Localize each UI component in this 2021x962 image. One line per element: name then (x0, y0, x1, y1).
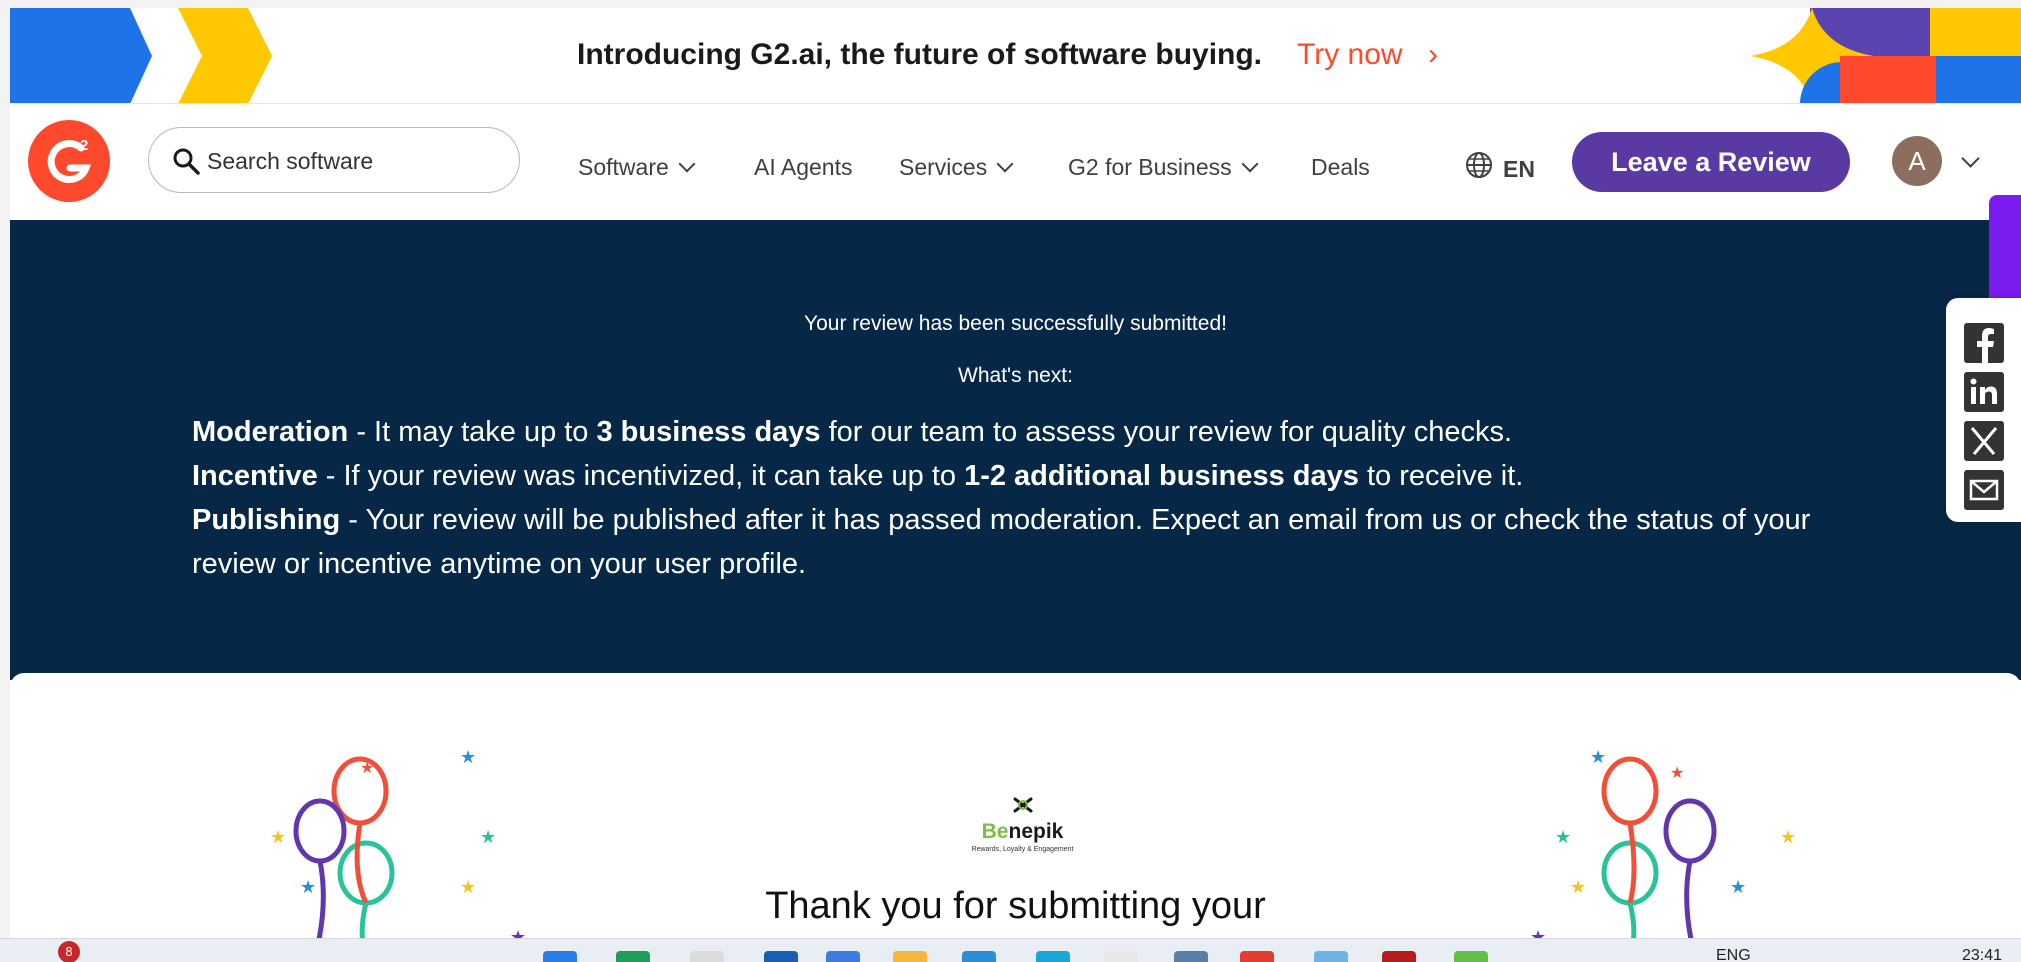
chevron-right-icon: › (1428, 38, 1438, 71)
taskbar-language[interactable]: ENG (1716, 947, 1751, 962)
nav-software[interactable]: Software (578, 154, 696, 180)
incentive-duration: 1-2 additional business days (964, 460, 1359, 492)
nav-software-label: Software (578, 154, 669, 180)
thank-you-card: ★ ★ ★ ★ ★ ★ ★ ★ Benepik Rewards, Loyalty… (10, 673, 2021, 938)
chrome-icon[interactable] (1240, 951, 1274, 962)
desktop-icon[interactable] (1174, 951, 1208, 962)
svg-text:★: ★ (1590, 747, 1606, 767)
pdf-icon[interactable] (1382, 951, 1416, 962)
svg-text:★: ★ (460, 747, 476, 767)
teams-icon[interactable] (1454, 951, 1488, 962)
svg-text:★: ★ (270, 827, 286, 847)
svg-text:★: ★ (360, 760, 374, 777)
nav-services[interactable]: Services (899, 154, 1014, 180)
g2-logo[interactable]: 2 (28, 120, 110, 202)
x-icon[interactable] (1964, 421, 2004, 461)
benepik-logo: Benepik Rewards, Loyalty & Engagement (965, 795, 1080, 853)
incentive-step: Incentive - If your review was incentivi… (192, 454, 1892, 498)
globe-icon[interactable] (1465, 151, 1493, 179)
leave-review-button[interactable]: Leave a Review (1572, 132, 1850, 192)
svg-text:★: ★ (1670, 765, 1684, 782)
nav-deals[interactable]: Deals (1311, 156, 1370, 179)
try-now-link[interactable]: Try now (1297, 38, 1403, 72)
folder-icon[interactable] (893, 951, 927, 962)
moderation-pre: - It may take up to (348, 416, 597, 448)
incentive-pre: - If your review was incentivized, it ca… (317, 460, 965, 492)
outlook-icon[interactable] (764, 951, 798, 962)
nav-g2-for-business[interactable]: G2 for Business (1068, 154, 1259, 180)
chevron-down-icon (1241, 155, 1259, 173)
svg-text:2: 2 (80, 137, 88, 154)
notification-badge: 8 (58, 941, 80, 962)
svg-text:★: ★ (510, 927, 526, 938)
linkedin-icon[interactable] (1964, 372, 2004, 412)
promo-text: Introducing G2.ai, the future of softwar… (577, 38, 1263, 71)
g2-logo-icon: 2 (47, 137, 92, 184)
benepik-tagline: Rewards, Loyalty & Engagement (971, 846, 1074, 853)
browser-icon[interactable] (1036, 951, 1070, 962)
moderation-step: Moderation - It may take up to 3 busines… (192, 410, 1892, 454)
store-icon[interactable] (962, 951, 996, 962)
success-message: Your review has been successfully submit… (804, 312, 1227, 335)
avatar[interactable]: A (1892, 136, 1942, 186)
promo-right-decoration (1750, 8, 2021, 103)
start-icon[interactable] (543, 951, 577, 962)
nav-g2-for-business-label: G2 for Business (1068, 154, 1232, 180)
share-sidebar (1946, 298, 2021, 522)
chat-icon[interactable] (616, 951, 650, 962)
top-navbar: 2 Search software Software AI Agents Ser… (10, 104, 2021, 220)
publishing-step: Publishing - Your review will be publish… (192, 498, 1892, 586)
publishing-text: - Your review will be published after it… (192, 504, 1811, 580)
linkedin-glyph (1970, 378, 1997, 404)
edge-icon[interactable] (826, 951, 860, 962)
moderation-label: Moderation (192, 416, 349, 448)
benepik-knot-icon (1013, 797, 1032, 813)
svg-text:★: ★ (1555, 827, 1571, 847)
browser-viewport: Introducing G2.ai, the future of softwar… (10, 8, 2021, 938)
nav-services-label: Services (899, 154, 988, 180)
promo-banner: Introducing G2.ai, the future of softwar… (10, 8, 2021, 104)
search-icon (173, 148, 200, 175)
balloons-right-illustration: ★ ★ ★ ★ ★ ★ ★ ★ (1530, 747, 1796, 938)
benepik-wordmark: Benepik (965, 820, 1080, 844)
email-icon[interactable] (1964, 470, 2004, 510)
x-glyph (1970, 427, 1998, 455)
whats-next-heading: What's next: (958, 364, 1073, 387)
svg-text:★: ★ (1780, 827, 1796, 847)
next-steps-list: Moderation - It may take up to 3 busines… (192, 410, 1892, 586)
chevron-down-icon (996, 155, 1014, 173)
moderation-post: for our team to assess your review for q… (820, 416, 1513, 448)
os-taskbar: 8 ENG 23:41 (0, 938, 2021, 962)
search-placeholder: Search software (207, 148, 374, 174)
language-selector[interactable]: EN (1503, 156, 1535, 183)
incentive-post: to receive it. (1358, 460, 1524, 492)
publishing-label: Publishing (192, 504, 341, 536)
svg-text:★: ★ (1530, 927, 1546, 938)
chevron-down-icon (678, 155, 696, 173)
taskbar-clock[interactable]: 23:41 (1962, 947, 2002, 962)
nav-ai-agents[interactable]: AI Agents (754, 156, 852, 179)
svg-text:★: ★ (1730, 877, 1746, 897)
promo-left-decoration (10, 8, 272, 103)
facebook-icon[interactable] (1964, 323, 2004, 363)
app-icon[interactable] (1104, 951, 1138, 962)
moderation-duration: 3 business days (596, 416, 821, 448)
photos-icon[interactable] (1314, 951, 1348, 962)
email-glyph (1969, 479, 1999, 501)
facebook-glyph (1977, 328, 1994, 363)
nav-deals-label: Deals (1311, 154, 1370, 180)
search-input[interactable]: Search software (148, 127, 520, 193)
benepik-wordmark-be: Be (981, 820, 1009, 843)
nav-ai-agents-label: AI Agents (754, 154, 853, 180)
chevron-down-icon[interactable] (1961, 149, 1980, 168)
incentive-label: Incentive (192, 460, 318, 492)
files-icon[interactable] (690, 951, 724, 962)
benepik-wordmark-rest: nepik (1008, 820, 1064, 843)
submission-confirmation: Your review has been successfully submit… (10, 220, 2021, 680)
svg-text:★: ★ (1570, 877, 1586, 897)
svg-text:★: ★ (480, 827, 496, 847)
